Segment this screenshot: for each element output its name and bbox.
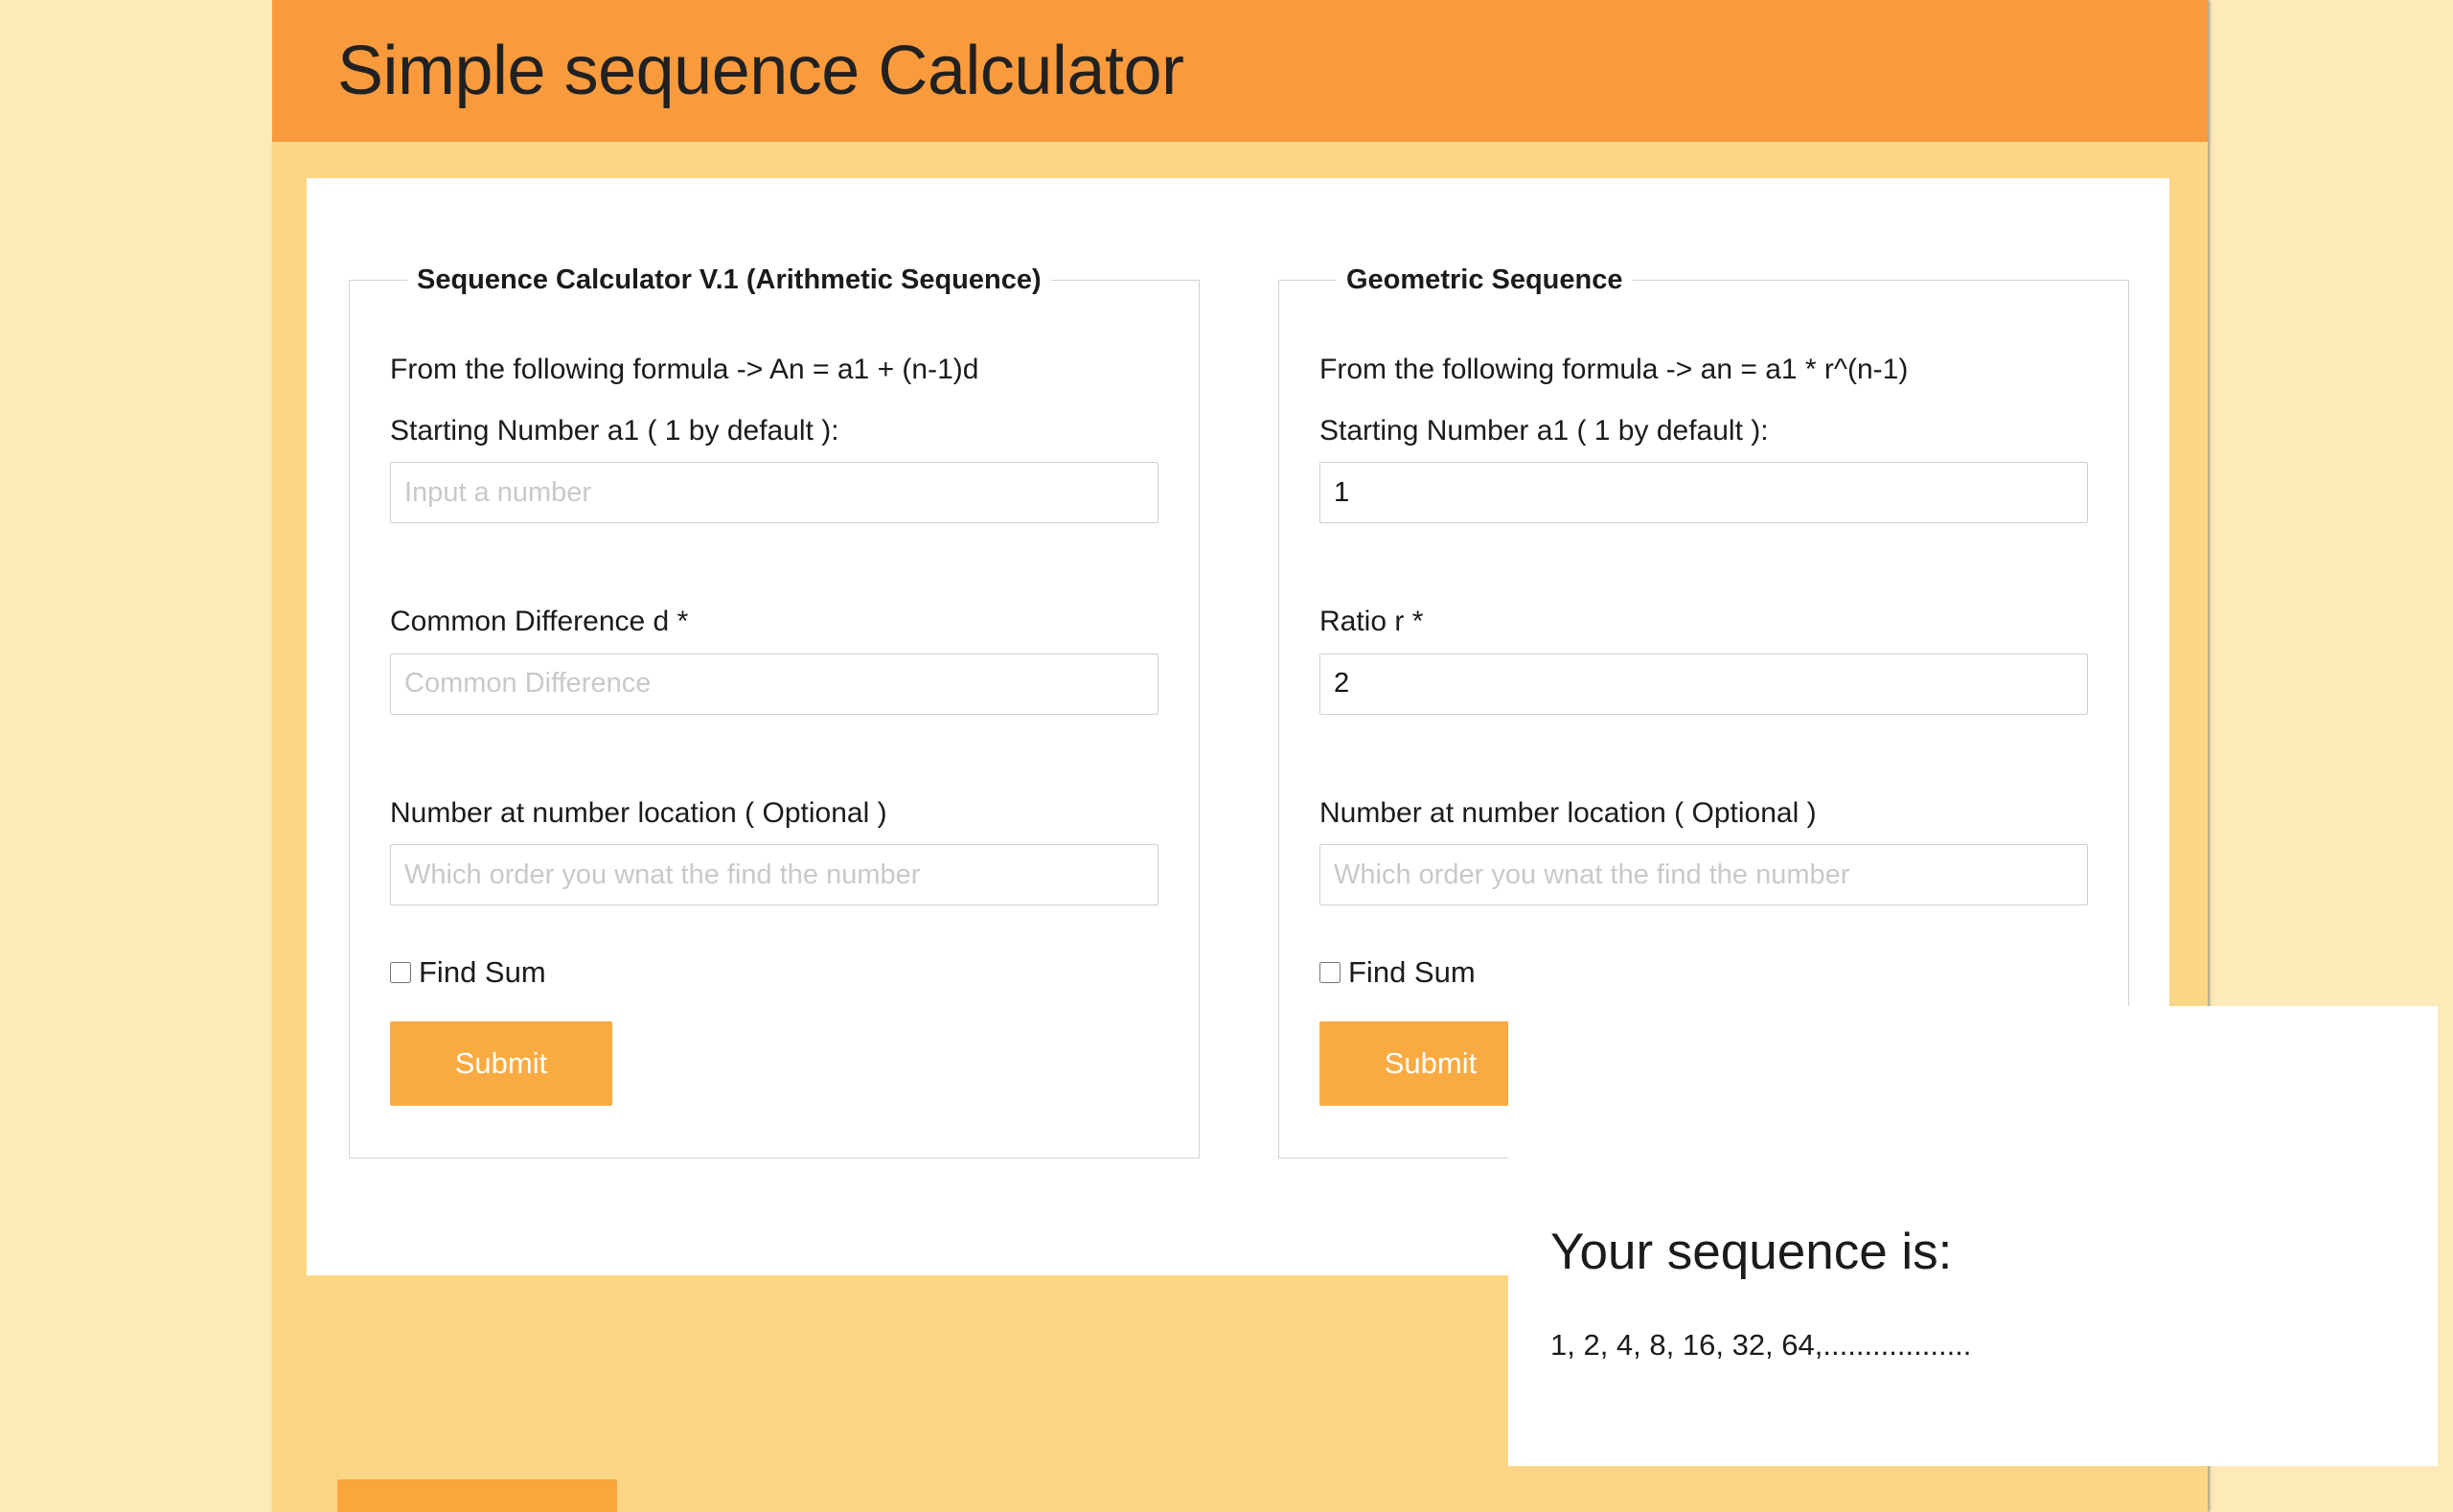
common-difference-label: Common Difference d * bbox=[390, 606, 689, 637]
page-container: Simple sequence Calculator Sequence Calc… bbox=[272, 0, 2438, 1512]
app-header: Simple sequence Calculator bbox=[272, 0, 2208, 142]
result-card: Your sequence is: 1, 2, 4, 8, 16, 32, 64… bbox=[1508, 1006, 2438, 1466]
page-title: Simple sequence Calculator bbox=[337, 33, 1184, 109]
geometric-find-sum-checkbox[interactable] bbox=[1319, 961, 1341, 983]
ratio-label: Ratio r * bbox=[1319, 606, 1424, 637]
geometric-panel-legend: Geometric Sequence bbox=[1346, 264, 1623, 295]
arithmetic-number-location-input[interactable] bbox=[390, 844, 1158, 905]
arithmetic-sequence-panel: Sequence Calculator V.1 (Arithmetic Sequ… bbox=[349, 264, 1200, 1158]
geometric-number-location-label: Number at number location ( Optional ) bbox=[1319, 796, 1817, 829]
arithmetic-find-sum-checkbox[interactable] bbox=[390, 961, 411, 983]
arithmetic-start-number-label: Starting Number a1 ( 1 by default ): bbox=[390, 414, 839, 447]
arithmetic-find-sum-row[interactable]: Find Sum bbox=[390, 957, 1158, 987]
geometric-find-sum-row[interactable]: Find Sum bbox=[1319, 957, 2088, 987]
arithmetic-start-number-input[interactable] bbox=[390, 462, 1158, 523]
common-difference-input[interactable] bbox=[390, 653, 1158, 715]
bottom-partial-button[interactable] bbox=[337, 1479, 617, 1512]
geometric-number-location-input[interactable] bbox=[1319, 844, 2088, 905]
ratio-input[interactable] bbox=[1319, 653, 2088, 715]
arithmetic-panel-legend: Sequence Calculator V.1 (Arithmetic Sequ… bbox=[417, 264, 1042, 295]
geometric-start-number-label: Starting Number a1 ( 1 by default ): bbox=[1319, 414, 1769, 447]
arithmetic-formula-text: From the following formula -> An = a1 + … bbox=[390, 354, 979, 385]
geometric-start-number-input[interactable] bbox=[1319, 462, 2088, 523]
arithmetic-find-sum-label: Find Sum bbox=[419, 955, 546, 989]
arithmetic-number-location-label: Number at number location ( Optional ) bbox=[390, 796, 887, 829]
geometric-find-sum-label: Find Sum bbox=[1348, 955, 1476, 989]
result-heading: Your sequence is: bbox=[1550, 1224, 1953, 1280]
arithmetic-submit-button[interactable]: Submit bbox=[390, 1021, 612, 1106]
result-sequence-text: 1, 2, 4, 8, 16, 32, 64,.................… bbox=[1550, 1328, 1972, 1363]
geometric-formula-text: From the following formula -> an = a1 * … bbox=[1319, 354, 1909, 385]
